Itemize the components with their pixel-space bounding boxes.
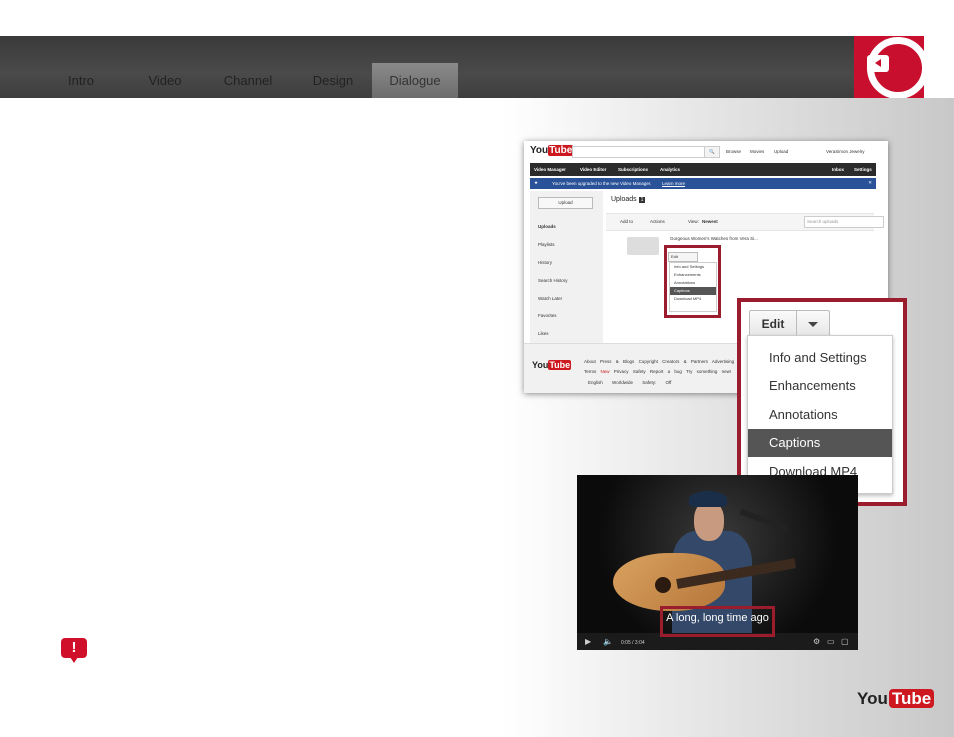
tab-intro[interactable]: Intro	[46, 63, 116, 98]
sidebar-item-likes[interactable]: Likes	[538, 331, 549, 336]
time-display: 0:05 / 3:04	[621, 640, 645, 646]
upload-button[interactable]: Upload	[538, 197, 593, 209]
close-icon[interactable]: ✕	[868, 180, 872, 186]
search-input[interactable]	[572, 146, 706, 158]
performer-cap	[689, 491, 727, 507]
menu-item-annotations[interactable]: Annotations	[748, 401, 892, 429]
nav-analytics[interactable]: Analytics	[660, 167, 680, 172]
sidebar-item-favorites[interactable]: Favorites	[538, 313, 557, 318]
menu-item-enhancements[interactable]: Enhancements	[748, 372, 892, 400]
caret-down-icon	[808, 322, 818, 327]
sidebar-item-watch-later[interactable]: Watch Later	[538, 296, 562, 301]
highlight-frame-small	[664, 245, 721, 318]
brand-logo	[854, 36, 924, 98]
alert-icon: !	[61, 638, 87, 663]
sidebar-item-uploads[interactable]: Uploads	[538, 224, 556, 229]
search-icon[interactable]: 🔍	[704, 146, 720, 158]
nav-video-manager[interactable]: Video Manager	[534, 167, 566, 172]
tab-channel[interactable]: Channel	[213, 63, 283, 98]
nav-settings[interactable]: Settings	[854, 167, 872, 172]
user-menu[interactable]: VeraSimon Jewelry	[826, 149, 865, 154]
settings-icon[interactable]: ⚙	[813, 637, 820, 646]
actions-button[interactable]: Actions	[650, 219, 665, 224]
performer-head	[694, 501, 724, 541]
nav-inbox[interactable]: Inbox	[832, 167, 844, 172]
footer-selects[interactable]: English Worldwide Safety: Off	[588, 380, 671, 385]
star-icon: ★	[534, 180, 539, 185]
add-to-button[interactable]: Add to	[620, 219, 633, 224]
volume-icon[interactable]: 🔈	[603, 637, 613, 646]
uploads-toolbar: Add to Actions View: Newest Search uploa…	[606, 213, 884, 231]
search-uploads-input[interactable]: Search uploads	[804, 216, 884, 228]
count-badge: 1	[638, 197, 646, 203]
tab-dialogue[interactable]: Dialogue	[372, 63, 458, 98]
youtube-logo: YouTube	[857, 689, 935, 709]
page-title: Uploads 1	[611, 196, 646, 203]
footer-links[interactable]: About Press & Blogs Copyright Creators &…	[584, 359, 734, 364]
play-icon	[867, 55, 889, 72]
fullscreen-icon[interactable]: ▢	[841, 637, 849, 646]
caption-highlight-frame	[660, 606, 775, 637]
tab-design[interactable]: Design	[298, 63, 368, 98]
video-title-link[interactable]: Gorgeous Women's Watches from Vera Si...	[670, 236, 758, 241]
sidebar-item-playlists[interactable]: Playlists	[538, 242, 555, 247]
browse-link[interactable]: Browse	[726, 149, 741, 154]
footer-links-secondary[interactable]: Terms New Privacy Safety Report a bug Tr…	[584, 369, 731, 374]
menu-item-info-settings[interactable]: Info and Settings	[748, 344, 892, 372]
play-icon[interactable]: ▶	[585, 637, 591, 646]
guitar-soundhole	[655, 577, 671, 593]
video-thumbnail[interactable]	[627, 237, 659, 255]
sidebar: Upload Uploads Playlists History Search …	[530, 191, 603, 343]
edit-button[interactable]: Edit	[749, 310, 797, 338]
edit-dropdown-toggle[interactable]	[796, 310, 830, 338]
movies-link[interactable]: Movies	[750, 149, 764, 154]
upgrade-notice: ★ You've been upgraded to the new Video …	[530, 178, 876, 189]
footer-youtube-logo: YouTube	[532, 360, 572, 370]
menu-item-captions[interactable]: Captions	[748, 429, 892, 457]
nav-video-editor[interactable]: Video Editor	[580, 167, 606, 172]
tab-video[interactable]: Video	[130, 63, 200, 98]
view-label: View:	[688, 219, 699, 224]
upload-link[interactable]: Upload	[774, 149, 788, 154]
top-navigation-bar: Intro Video Channel Design Dialogue	[0, 36, 924, 98]
youtube-logo: YouTube	[530, 145, 574, 156]
sidebar-item-history[interactable]: History	[538, 260, 552, 265]
edit-dropdown-menu: Info and Settings Enhancements Annotatio…	[747, 335, 893, 494]
theater-mode-icon[interactable]: ▭	[827, 637, 835, 646]
learn-more-link[interactable]: Learn more	[662, 181, 685, 186]
nav-subscriptions[interactable]: Subscriptions	[618, 167, 648, 172]
sidebar-item-search-history[interactable]: Search History	[538, 278, 568, 283]
view-select[interactable]: Newest	[702, 219, 718, 224]
video-manager-nav: Video Manager Video Editor Subscriptions…	[530, 163, 876, 176]
